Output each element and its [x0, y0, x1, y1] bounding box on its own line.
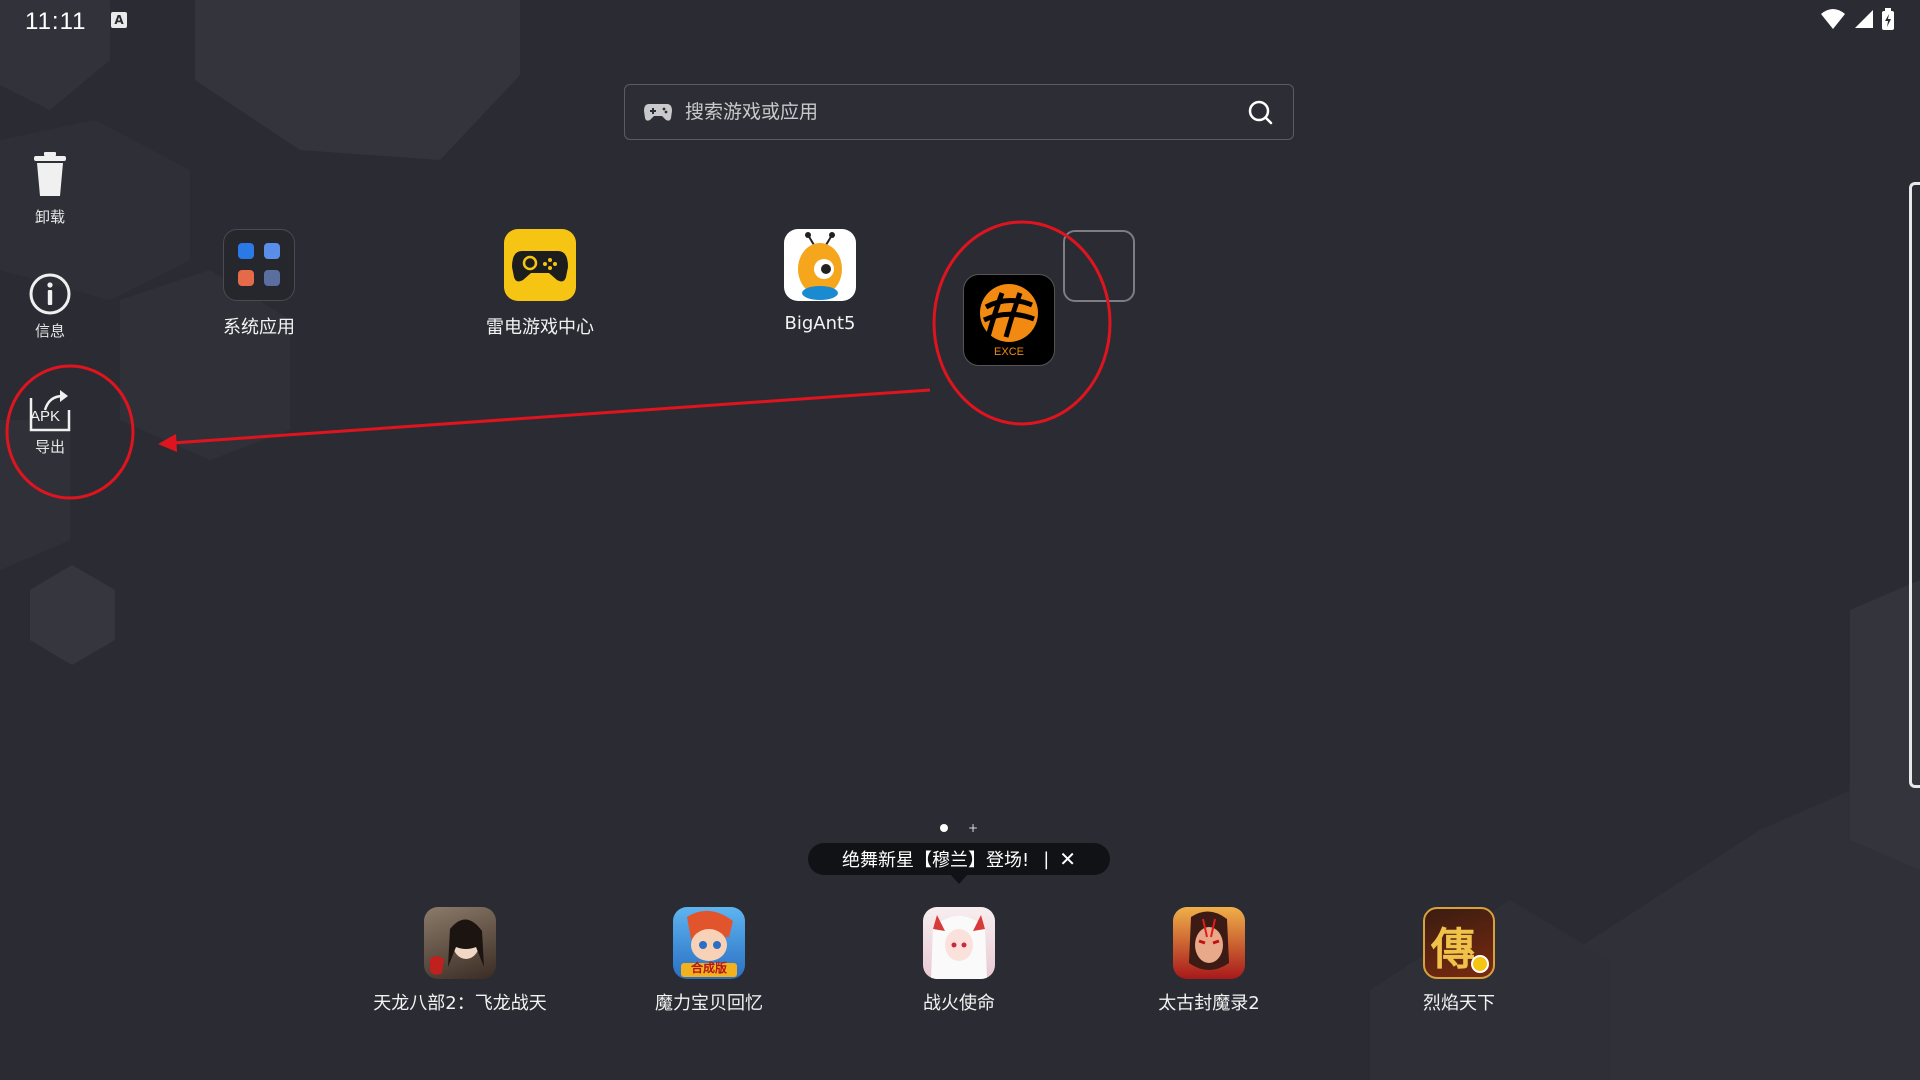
app-label: 系统应用	[223, 317, 295, 338]
app-label: 战火使命	[923, 993, 995, 1014]
bigant-icon	[784, 229, 856, 301]
app-game-center[interactable]: 雷电游戏中心	[465, 229, 615, 339]
moli-badge: 合成版	[690, 961, 727, 975]
lieyan-icon: 傳	[1423, 907, 1495, 979]
battery-icon	[1882, 8, 1894, 30]
trash-icon	[34, 152, 66, 196]
dock-app-tianlong[interactable]: 天龙八部2：飞龙战天	[365, 907, 555, 1015]
empty-drop-slot	[1063, 230, 1135, 302]
add-page-icon[interactable]: +	[968, 822, 978, 834]
moli-icon: 合成版	[673, 907, 745, 979]
info-label: 信息	[34, 322, 65, 340]
app-label: 魔力宝贝回忆	[655, 993, 763, 1014]
info-button[interactable]: 信息	[20, 272, 80, 341]
signal-icon	[1855, 10, 1873, 28]
game-center-icon	[504, 229, 576, 301]
exce-icon-text: EXCE	[994, 346, 1024, 358]
annotation-arrowhead	[158, 434, 177, 452]
export-label: 导出	[34, 438, 65, 456]
dock-app-taigu[interactable]: 太古封魔录2	[1114, 907, 1304, 1015]
lieyan-icon-glyph: 傳	[1431, 924, 1475, 975]
app-label: BigAnt5	[784, 313, 856, 334]
app-label: 天龙八部2：飞龙战天	[373, 993, 547, 1014]
dock-app-lieyan[interactable]: 傳 烈焰天下	[1364, 907, 1554, 1015]
promo-banner[interactable]: 绝舞新星【穆兰】登场! | ✕	[808, 843, 1110, 884]
search-icon[interactable]	[1247, 99, 1273, 125]
export-apk-button[interactable]: APK 导出	[20, 388, 80, 457]
app-label: 太古封魔录2	[1158, 993, 1260, 1014]
apk-icon-text: APK	[30, 408, 61, 425]
info-icon	[29, 273, 71, 315]
gamepad-icon	[644, 104, 672, 121]
app-system-apps[interactable]: 系统应用	[184, 229, 334, 339]
wifi-icon	[1821, 9, 1845, 29]
status-icons	[1820, 8, 1894, 30]
promo-banner-text[interactable]: 绝舞新星【穆兰】登场!	[842, 846, 1029, 872]
tianlong-icon	[424, 907, 496, 979]
close-icon[interactable]: ✕	[1059, 849, 1076, 869]
exce-icon: EXCE	[963, 274, 1055, 366]
apk-export-icon: APK	[27, 388, 73, 432]
app-label: 雷电游戏中心	[486, 317, 594, 338]
notification-a-icon: A	[111, 12, 127, 28]
search-input[interactable]	[683, 100, 1247, 124]
dock-app-zhanhuo[interactable]: 战火使命	[864, 907, 1054, 1015]
page-dot-active[interactable]	[940, 824, 948, 832]
search-bar[interactable]	[624, 84, 1294, 140]
status-time: 11:11	[25, 8, 87, 35]
uninstall-button[interactable]: 卸载	[20, 150, 80, 227]
app-bigant5[interactable]: BigAnt5	[745, 229, 895, 334]
banner-separator: |	[1043, 848, 1050, 870]
app-exce[interactable]: EXCE	[934, 274, 1084, 366]
system-apps-folder-icon	[223, 229, 295, 301]
app-label: 烈焰天下	[1423, 993, 1495, 1014]
annotation-arrow-line	[171, 388, 931, 445]
zhanhuo-icon	[923, 907, 995, 979]
page-indicator[interactable]: +	[940, 822, 978, 834]
dock-app-moli[interactable]: 合成版 魔力宝贝回忆	[614, 907, 804, 1015]
taigu-icon	[1173, 907, 1245, 979]
uninstall-label: 卸载	[34, 208, 65, 226]
right-edge-handle[interactable]	[1909, 182, 1920, 788]
